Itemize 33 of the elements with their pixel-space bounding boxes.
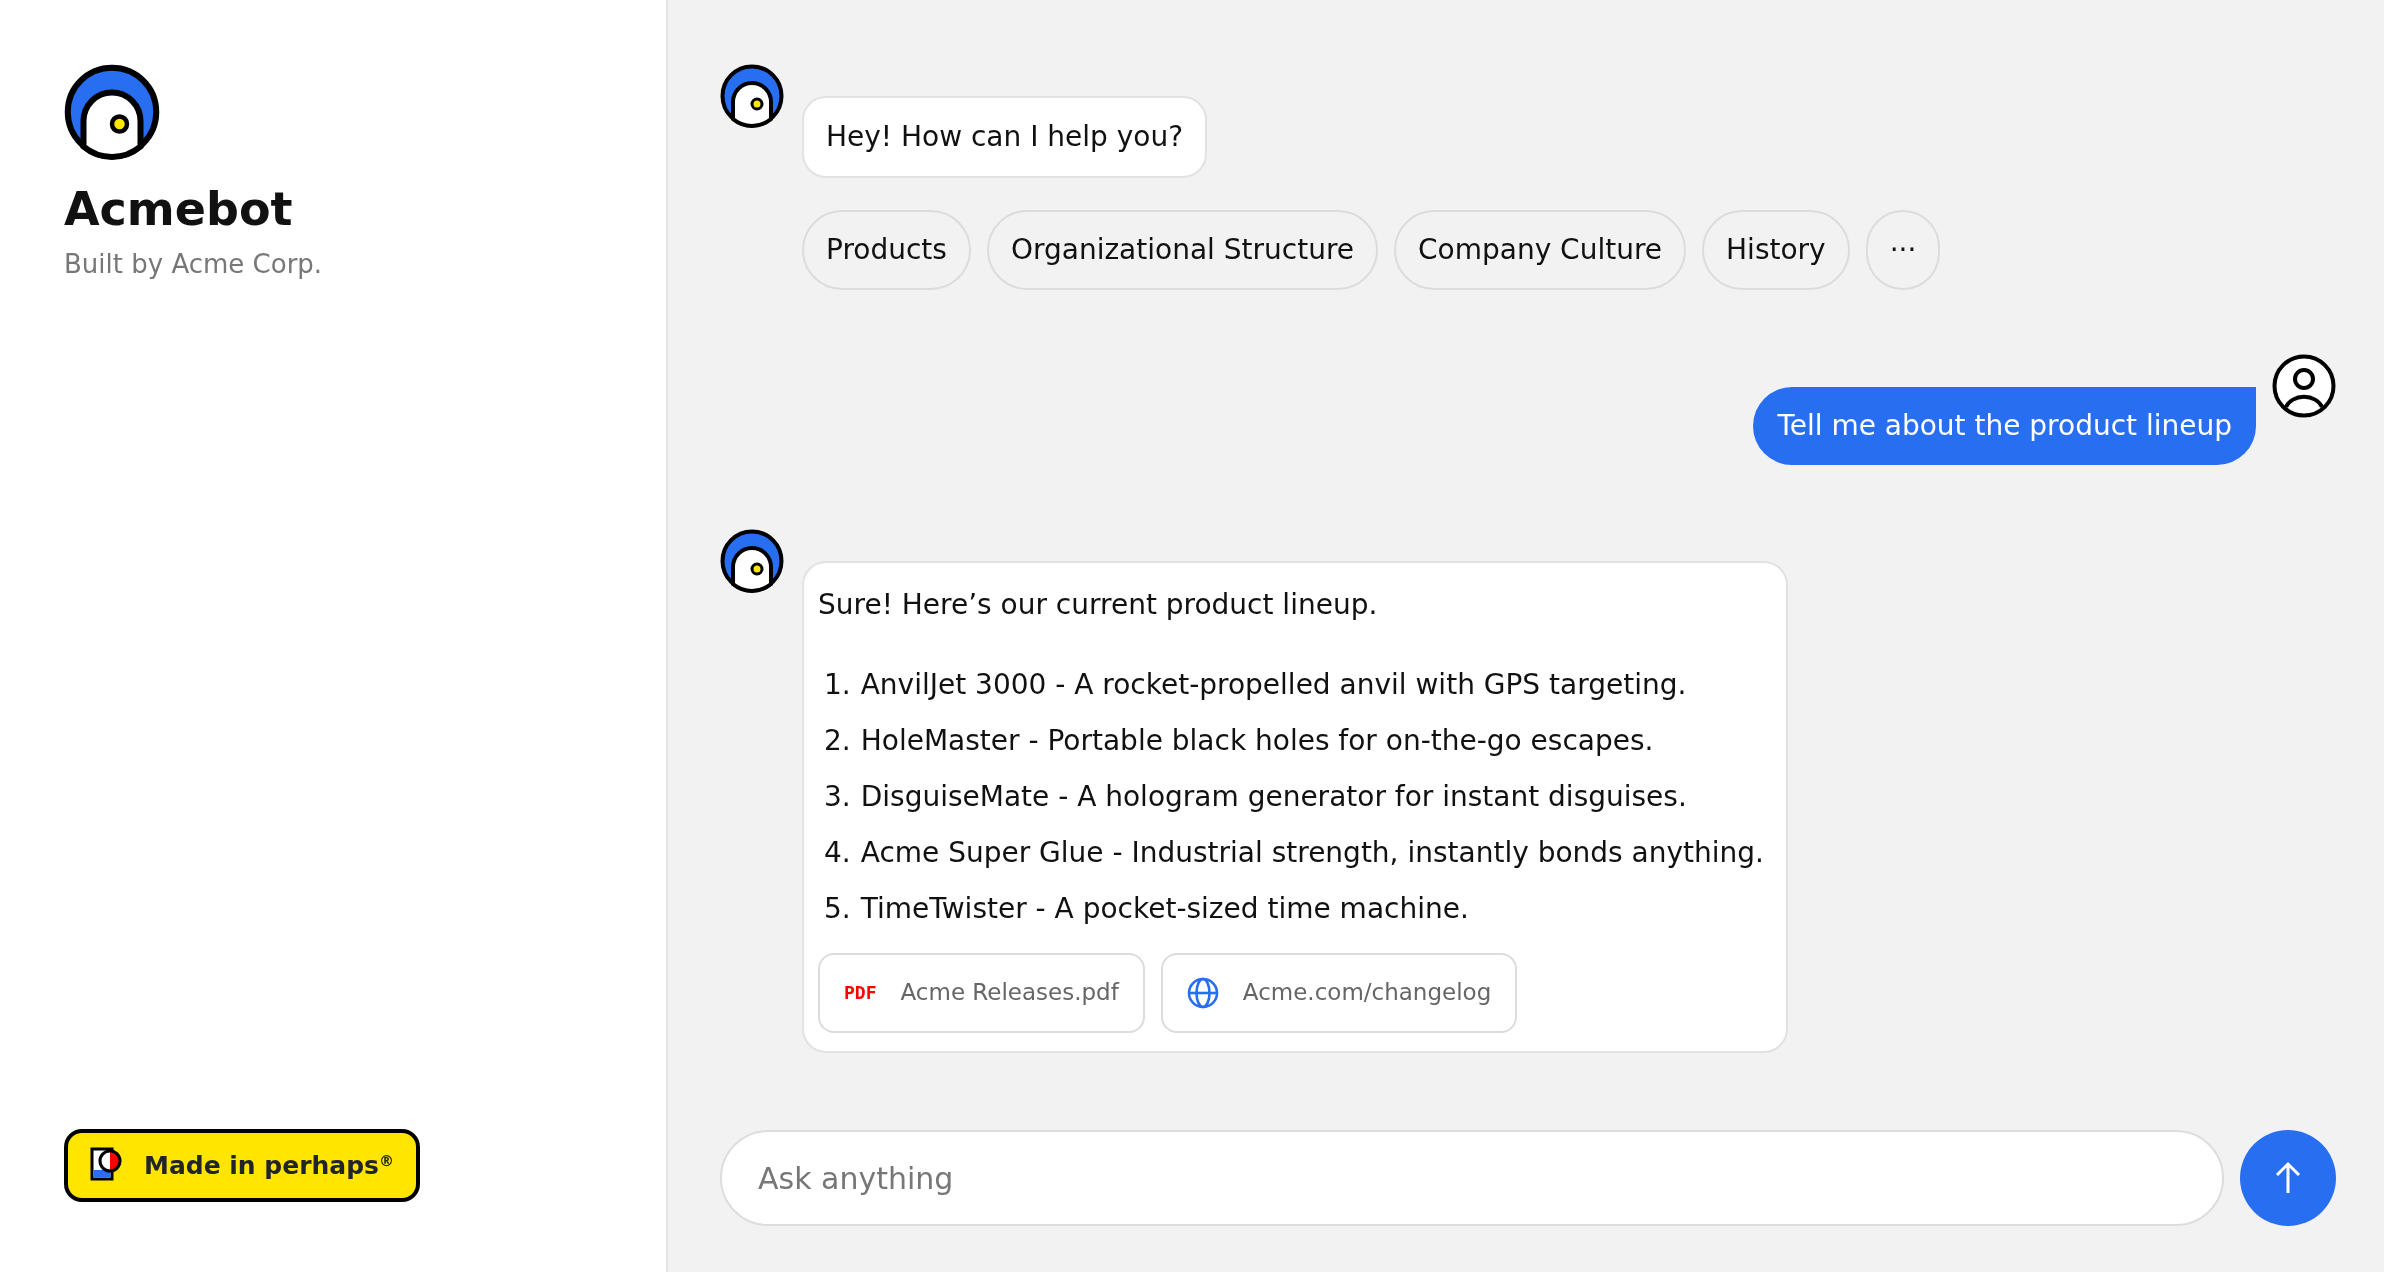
globe-icon [1186,976,1219,1009]
list-item-text: TimeTwister - A pocket-sized time machine. [860,890,1469,927]
app-title: Acmebot [64,182,294,238]
app-subtitle: Built by Acme Corp. [64,248,324,282]
attachment-label: Acme Releases.pdf [900,978,1119,1008]
suggestion-chip[interactable]: History [1702,209,1850,290]
list-item-text: Acme Super Glue - Industrial strength, instantly bonds anything. [860,834,1764,871]
list-number: 3. [824,778,851,815]
list-number: 2. [824,722,851,759]
user-message: Tell me about the product lineup [1753,386,2256,465]
suggestion-chip[interactable]: Organizational Structure [986,209,1378,290]
arrow-up-icon [2273,1161,2303,1195]
bot-avatar-icon [720,64,784,128]
list-item-text: AnvilJet 3000 - A rocket-propelled anvil with GPS targeting. [860,666,1687,703]
suggestion-chip[interactable]: ··· [1865,209,1941,290]
link-attachment[interactable]: Acme.com/changelog [1160,952,1518,1033]
attachment-label: Acme.com/changelog [1242,978,1492,1008]
user-avatar-icon [2272,353,2336,418]
message-input[interactable]: Ask anything [720,1130,2224,1226]
list-number: 1. [824,666,851,703]
suggestion-chip[interactable]: Products [802,209,971,290]
bot-message: Hey! How can I help you? [802,96,1208,178]
file-attachment[interactable]: PDF Acme Releases.pdf [818,952,1145,1033]
list-item-text: DisguiseMate - A hologram generator for instant disguises. [860,778,1687,815]
list-item-text: HoleMaster - Portable black holes for on-the-go escapes. [860,722,1654,759]
pdf-icon: PDF [844,980,877,1005]
made-in-badge[interactable]: Made in perhaps$^{®}$ [64,1128,420,1202]
bot-avatar-icon [720,528,784,593]
bot-logo-icon [64,64,160,160]
list-number: 5. [824,890,851,927]
suggestion-chip[interactable]: Company Culture [1394,209,1687,290]
list-number: 4. [824,834,851,871]
message-text: Sure! Here’s our current product lineup. [818,586,1379,623]
